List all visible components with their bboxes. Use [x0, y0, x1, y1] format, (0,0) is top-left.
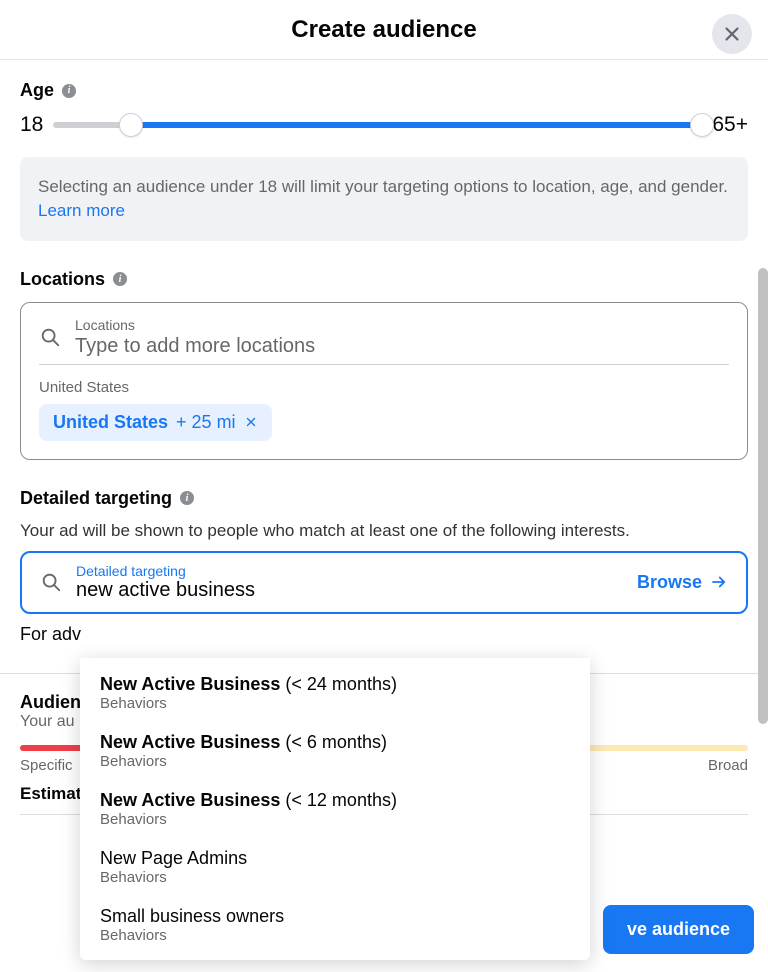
suggestion-category: Behaviors [100, 869, 570, 886]
locations-label: Locations i [20, 269, 748, 290]
location-chip-radius: + 25 mi [176, 412, 236, 433]
info-icon[interactable]: i [62, 84, 76, 98]
suggestion-title: New Active Business (< 12 months) [100, 790, 570, 811]
age-min-value: 18 [20, 113, 43, 137]
search-icon [39, 326, 61, 348]
age-slider-thumb-max[interactable] [690, 113, 714, 137]
suggestion-item[interactable]: New Active Business (< 12 months)Behavio… [80, 780, 590, 838]
detailed-targeting-label: Detailed targeting i [20, 488, 748, 509]
advanced-targeting-text: For adv [20, 624, 748, 645]
locations-region-label: United States [39, 379, 729, 396]
suggestion-title: New Page Admins [100, 848, 570, 869]
modal-header: Create audience [0, 0, 768, 60]
detailed-targeting-input[interactable] [76, 579, 623, 602]
age-label: Age i [20, 80, 748, 101]
arrow-right-icon [710, 573, 728, 591]
detailed-targeting-box: Detailed targeting Browse [20, 551, 748, 614]
suggestion-category: Behaviors [100, 695, 570, 712]
suggestion-item[interactable]: New Active Business (< 6 months)Behavior… [80, 722, 590, 780]
scrollbar[interactable] [758, 268, 768, 724]
suggestion-category: Behaviors [100, 753, 570, 770]
locations-input-row: Locations [39, 317, 729, 365]
suggestion-item[interactable]: New Page AdminsBehaviors [80, 838, 590, 896]
search-icon [40, 571, 62, 593]
info-icon[interactable]: i [180, 491, 194, 505]
suggestion-title: New Active Business (< 6 months) [100, 732, 570, 753]
suggestion-category: Behaviors [100, 811, 570, 828]
location-chip[interactable]: United States + 25 mi [39, 404, 272, 441]
meter-specific-label: Specific [20, 757, 73, 774]
modal-title: Create audience [291, 16, 476, 44]
targeting-suggestions-dropdown: New Active Business (< 24 months)Behavio… [80, 658, 590, 960]
suggestion-title: New Active Business (< 24 months) [100, 674, 570, 695]
learn-more-link[interactable]: Learn more [38, 201, 125, 220]
close-icon [721, 23, 743, 45]
locations-box: Locations United States United States + … [20, 302, 748, 460]
meter-broad-label: Broad [708, 757, 748, 774]
close-button[interactable] [712, 14, 752, 54]
close-icon [244, 415, 258, 429]
locations-float-label: Locations [75, 317, 729, 333]
suggestion-item[interactable]: New Active Business (< 24 months)Behavio… [80, 664, 590, 722]
age-slider[interactable] [53, 113, 702, 137]
detailed-targeting-float-label: Detailed targeting [76, 563, 623, 579]
suggestion-category: Behaviors [100, 927, 570, 944]
location-chip-name: United States [53, 412, 168, 433]
age-slider-thumb-min[interactable] [119, 113, 143, 137]
suggestion-title: Small business owners [100, 906, 570, 927]
info-icon[interactable]: i [113, 272, 127, 286]
age-slider-row: 18 65+ [20, 113, 748, 137]
suggestion-item[interactable]: Small business ownersBehaviors [80, 896, 590, 954]
age-notice: Selecting an audience under 18 will limi… [20, 157, 748, 241]
age-max-value: 65+ [712, 113, 748, 137]
locations-input[interactable] [75, 335, 729, 358]
detailed-targeting-subtitle: Your ad will be shown to people who matc… [20, 521, 748, 541]
location-chip-remove[interactable] [244, 415, 258, 429]
save-audience-button[interactable]: ve audience [603, 905, 754, 954]
browse-button[interactable]: Browse [637, 572, 728, 593]
